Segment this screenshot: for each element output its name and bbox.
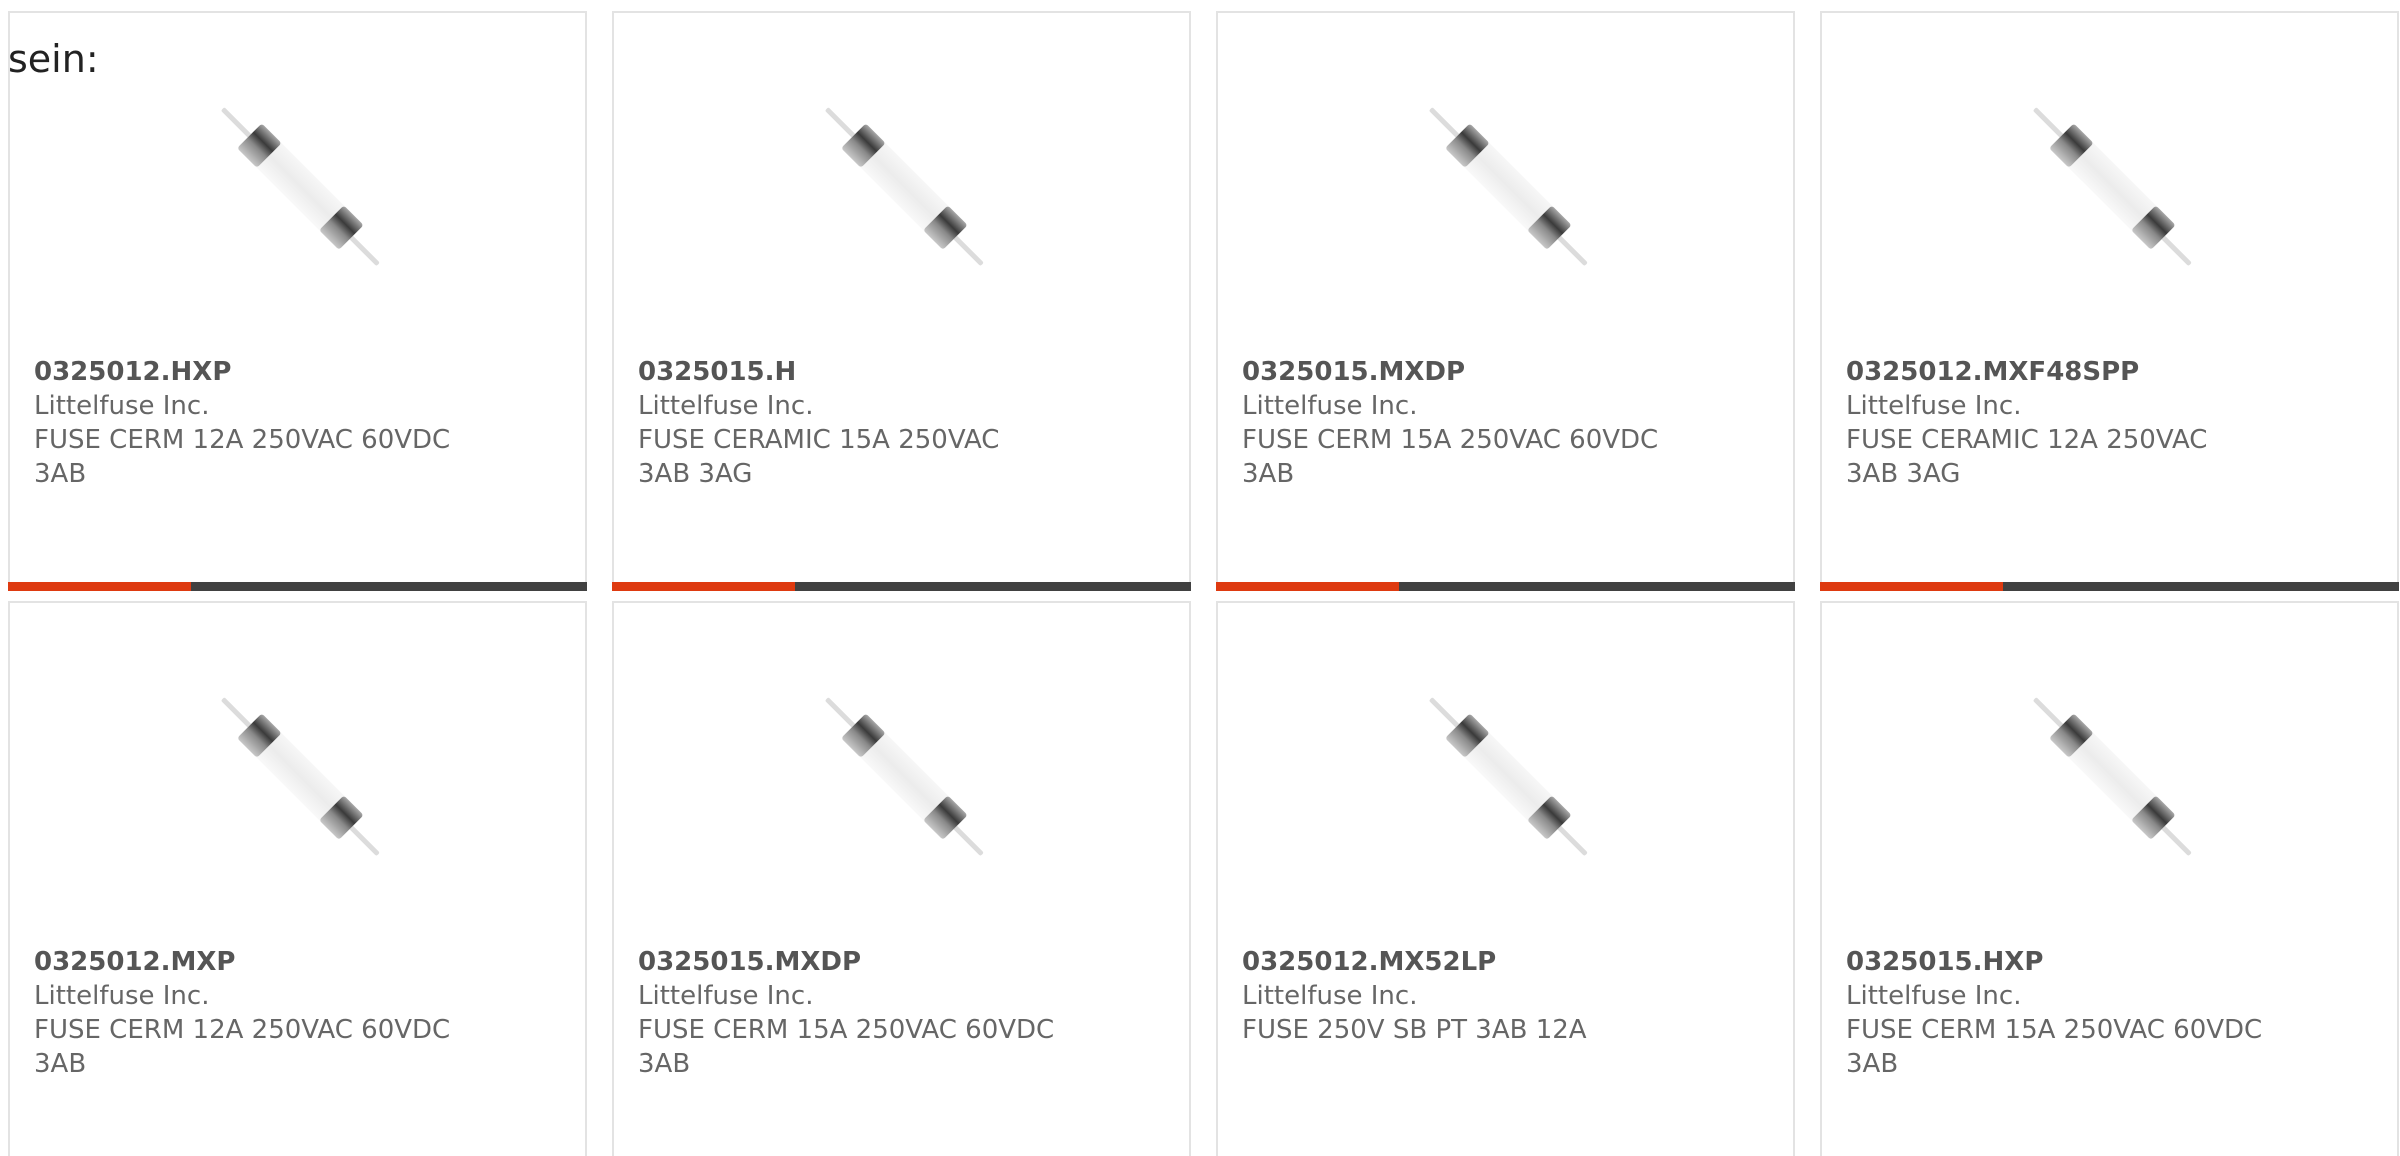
product-image[interactable]: [196, 673, 404, 881]
product-image[interactable]: [1404, 83, 1612, 291]
accent-segment: [612, 582, 795, 591]
accent-segment: [8, 582, 191, 591]
product-card[interactable]: 0325015.H Littelfuse Inc. FUSE CERAMIC 1…: [612, 11, 1191, 591]
description: FUSE CERM 15A 250VAC 60VDC 3AB: [638, 1015, 1055, 1079]
part-number[interactable]: 0325015.MXDP: [638, 945, 1058, 979]
product-info: 0325015.HXP Littelfuse Inc. FUSE CERM 15…: [1846, 945, 2266, 1081]
accent-segment: [1216, 582, 1399, 591]
description: FUSE CERM 15A 250VAC 60VDC 3AB: [1242, 425, 1659, 489]
cartridge-fuse-icon: [825, 697, 984, 856]
description: FUSE CERAMIC 12A 250VAC 3AB 3AG: [1846, 425, 2208, 489]
product-info: 0325015.MXDP Littelfuse Inc. FUSE CERM 1…: [638, 945, 1058, 1081]
product-card[interactable]: 0325012.MX52LP Littelfuse Inc. FUSE 250V…: [1216, 601, 1795, 1156]
manufacturer: Littelfuse Inc.: [1846, 981, 2022, 1011]
cartridge-fuse-icon: [221, 107, 380, 266]
product-info: 0325012.MX52LP Littelfuse Inc. FUSE 250V…: [1242, 945, 1662, 1047]
manufacturer: Littelfuse Inc.: [638, 981, 814, 1011]
description: FUSE CERM 12A 250VAC 60VDC 3AB: [34, 425, 451, 489]
manufacturer: Littelfuse Inc.: [34, 981, 210, 1011]
manufacturer: Littelfuse Inc.: [1846, 391, 2022, 421]
product-info: 0325012.HXP Littelfuse Inc. FUSE CERM 12…: [34, 355, 454, 491]
product-card[interactable]: 0325012.HXP Littelfuse Inc. FUSE CERM 12…: [8, 11, 587, 591]
product-image[interactable]: [800, 673, 1008, 881]
cartridge-fuse-icon: [1429, 697, 1588, 856]
manufacturer: Littelfuse Inc.: [638, 391, 814, 421]
part-number[interactable]: 0325012.MXP: [34, 945, 454, 979]
card-accent-bar: [1216, 582, 1795, 591]
card-accent-bar: [8, 582, 587, 591]
description: FUSE CERAMIC 15A 250VAC 3AB 3AG: [638, 425, 1000, 489]
product-info: 0325012.MXF48SPP Littelfuse Inc. FUSE CE…: [1846, 355, 2266, 491]
product-image[interactable]: [800, 83, 1008, 291]
part-number[interactable]: 0325015.HXP: [1846, 945, 2266, 979]
product-card[interactable]: 0325012.MXP Littelfuse Inc. FUSE CERM 12…: [8, 601, 587, 1156]
accent-segment: [1820, 582, 2003, 591]
product-card[interactable]: 0325015.HXP Littelfuse Inc. FUSE CERM 15…: [1820, 601, 2399, 1156]
product-image[interactable]: [2008, 673, 2216, 881]
cartridge-fuse-icon: [1429, 107, 1588, 266]
product-image[interactable]: [196, 83, 404, 291]
product-card[interactable]: 0325015.MXDP Littelfuse Inc. FUSE CERM 1…: [1216, 11, 1795, 591]
description: FUSE CERM 12A 250VAC 60VDC 3AB: [34, 1015, 451, 1079]
cartridge-fuse-icon: [825, 107, 984, 266]
description: FUSE 250V SB PT 3AB 12A: [1242, 1015, 1587, 1045]
part-number[interactable]: 0325015.H: [638, 355, 1058, 389]
cartridge-fuse-icon: [2033, 697, 2192, 856]
product-card[interactable]: 0325015.MXDP Littelfuse Inc. FUSE CERM 1…: [612, 601, 1191, 1156]
product-grid: 0325012.HXP Littelfuse Inc. FUSE CERM 12…: [8, 11, 2399, 1156]
product-grid-page: sein: 0325012.HXP Littelfuse Inc. FUSE C…: [0, 0, 2400, 1156]
product-image[interactable]: [2008, 83, 2216, 291]
product-info: 0325015.H Littelfuse Inc. FUSE CERAMIC 1…: [638, 355, 1058, 491]
part-number[interactable]: 0325012.MX52LP: [1242, 945, 1662, 979]
cartridge-fuse-icon: [2033, 107, 2192, 266]
product-info: 0325012.MXP Littelfuse Inc. FUSE CERM 12…: [34, 945, 454, 1081]
intro-text: sein:: [8, 37, 99, 81]
card-accent-bar: [1820, 582, 2399, 591]
product-info: 0325015.MXDP Littelfuse Inc. FUSE CERM 1…: [1242, 355, 1662, 491]
manufacturer: Littelfuse Inc.: [34, 391, 210, 421]
product-image[interactable]: [1404, 673, 1612, 881]
manufacturer: Littelfuse Inc.: [1242, 981, 1418, 1011]
cartridge-fuse-icon: [221, 697, 380, 856]
manufacturer: Littelfuse Inc.: [1242, 391, 1418, 421]
description: FUSE CERM 15A 250VAC 60VDC 3AB: [1846, 1015, 2263, 1079]
product-card[interactable]: 0325012.MXF48SPP Littelfuse Inc. FUSE CE…: [1820, 11, 2399, 591]
part-number[interactable]: 0325012.MXF48SPP: [1846, 355, 2266, 389]
part-number[interactable]: 0325015.MXDP: [1242, 355, 1662, 389]
card-accent-bar: [612, 582, 1191, 591]
part-number[interactable]: 0325012.HXP: [34, 355, 454, 389]
